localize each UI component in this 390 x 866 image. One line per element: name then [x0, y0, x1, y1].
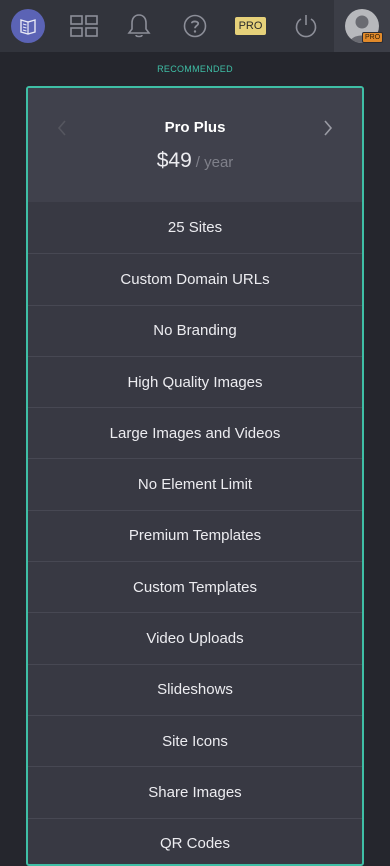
feature-item: QR Codes — [28, 817, 362, 864]
plan-name: Pro Plus — [164, 119, 226, 136]
feature-item: Slideshows — [28, 663, 362, 715]
price-row: $49 / year — [28, 149, 362, 173]
pro-button[interactable]: PRO — [223, 0, 279, 52]
plan-header: Pro Plus $49 / year — [28, 88, 362, 202]
logo-button[interactable] — [0, 0, 56, 52]
app-logo-icon — [10, 9, 45, 43]
feature-item: Site Icons — [28, 714, 362, 766]
next-plan-button[interactable] — [316, 116, 340, 140]
feature-item: High Quality Images — [28, 355, 362, 407]
power-icon — [295, 15, 317, 38]
plan-period: / year — [195, 154, 234, 171]
help-icon — [183, 14, 207, 38]
feature-item: Premium Templates — [28, 509, 362, 561]
feature-item: Video Uploads — [28, 612, 362, 663]
help-button[interactable] — [167, 0, 223, 52]
feature-item: Share Images — [28, 766, 362, 817]
feature-item: 25 Sites — [167, 219, 223, 237]
feature-item: Large Images and Videos — [28, 407, 362, 458]
dashboard-button[interactable] — [56, 0, 112, 52]
feature-list: 25 Sites Custom Domain URLs No Branding … — [28, 202, 362, 864]
chevron-right-icon — [324, 120, 333, 136]
avatar-pro-badge: PRO — [362, 32, 384, 43]
account-button[interactable] — [334, 0, 390, 52]
logout-button[interactable] — [278, 0, 334, 52]
feature-item: No Branding — [28, 304, 362, 356]
feature-item: Custom Templates — [28, 561, 362, 612]
plan-price: $49 — [156, 149, 192, 172]
top-navigation-bar: PRO — [0, 0, 390, 52]
notifications-button[interactable] — [111, 0, 167, 52]
pro-badge: PRO — [234, 17, 267, 35]
feature-item: No Element Limit — [28, 458, 362, 509]
bell-icon — [127, 14, 151, 38]
grid-icon — [69, 15, 98, 37]
recommended-label: RECOMMENDED — [157, 64, 233, 74]
feature-item: Custom Domain URLs — [28, 253, 362, 304]
plan-card: Pro Plus $49 / year 25 Sites Custom Doma… — [26, 86, 364, 866]
